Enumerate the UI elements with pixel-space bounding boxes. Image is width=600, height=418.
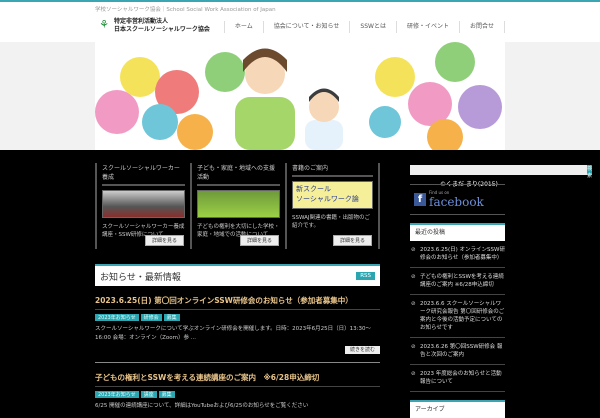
recent-post-link[interactable]: 2023 年度総会のお知らせと活動報告について: [410, 365, 505, 392]
balloons-illustration: [95, 42, 505, 150]
main-nav: ホーム 協会について・お知らせ SSWとは 研修・イベント お問合せ: [223, 21, 505, 33]
news-header: お知らせ・最新情報 RSS: [95, 264, 380, 286]
logo-line1: 特定非営利活動法人: [114, 18, 169, 25]
card-image[interactable]: 新スクール ソーシャルワーク論: [292, 181, 373, 209]
nav-home[interactable]: ホーム: [223, 21, 263, 33]
nav-contact[interactable]: お問合せ: [458, 21, 505, 33]
rss-button[interactable]: RSS: [356, 272, 375, 280]
nav-ssw[interactable]: SSWとは: [349, 21, 396, 33]
nav-events[interactable]: 研修・イベント: [395, 21, 459, 33]
post-tag[interactable]: 2023年お知らせ: [95, 391, 139, 398]
news-post: 2023.6.25(日) 第〇回オンラインSSW研修会のお知らせ（参加者募集中）…: [95, 295, 380, 354]
post-excerpt: スクールソーシャルワークについて学ぶオンライン研修会を開催します。日時：2023…: [95, 326, 372, 341]
logo-icon: ⚘: [99, 18, 109, 31]
post-title[interactable]: 2023.6.25(日) 第〇回オンラインSSW研修会のお知らせ（参加者募集中）: [95, 295, 380, 310]
site-logo[interactable]: ⚘ 特定非営利活動法人 日本スクールソーシャルワーク協会: [97, 18, 210, 34]
post-tag[interactable]: 研修会: [140, 314, 162, 321]
recent-post-link[interactable]: 2023.6.25(日) オンラインSSW研修会のお知らせ（参加者募集中）: [410, 241, 505, 268]
search-input[interactable]: [410, 165, 587, 175]
facebook-text: facebook: [429, 195, 484, 209]
feature-card: 子ども・家庭・地域への支援活動 子どもの権利を大切にした学校・家庭・地域での活動…: [190, 163, 285, 249]
recent-post-link[interactable]: 2023.6.26 第〇回SSW研修会 報告と次回のご案内: [410, 338, 505, 365]
feature-card: スクールソーシャルワーカー養成 スクールソーシャルワーカー養成講座・SSW研修に…: [95, 163, 190, 249]
main-content: スクールソーシャルワーカー養成 スクールソーシャルワーカー養成講座・SSW研修に…: [95, 163, 380, 411]
card-more-button[interactable]: 詳細を見る: [239, 235, 279, 246]
read-more-button[interactable]: 続きを読む: [344, 346, 380, 354]
post-excerpt: 6/25 開催の連続講座について、詳細はYouTubeおよび6/25のお知らせを…: [95, 403, 309, 409]
post-tag[interactable]: 募集: [158, 391, 175, 398]
card-title[interactable]: 子ども・家庭・地域への支援活動: [197, 163, 280, 186]
card-title[interactable]: 書籍のご案内: [292, 163, 373, 177]
facebook-icon: f: [414, 193, 426, 206]
site-header: 学校ソーシャルワーク協会｜School Social Work Associat…: [0, 2, 600, 42]
search-form: 検索: [410, 165, 593, 179]
card-title[interactable]: スクールソーシャルワーカー養成: [102, 163, 185, 186]
post-tag[interactable]: 募集: [163, 314, 180, 321]
post-tag[interactable]: 講座: [140, 391, 157, 398]
archive-title: アーカイブ: [410, 400, 505, 418]
recent-posts-title: 最近の投稿: [410, 223, 505, 241]
feature-cards: スクールソーシャルワーカー養成 スクールソーシャルワーカー養成講座・SSW研修に…: [95, 163, 380, 249]
search-button[interactable]: 検索: [587, 165, 593, 179]
hero-banner: ©くまだ まり(2015): [0, 42, 600, 188]
recent-post-link[interactable]: 子どもの権利とSSWを考える連続講座のご案内 ※6/28申込締切: [410, 268, 505, 295]
sidebar: 検索 f Find us onfacebook 最近の投稿 2023.6.25(…: [410, 165, 593, 418]
feature-card: 書籍のご案内 新スクール ソーシャルワーク論 SSWAJ関連の書籍・出版物のご紹介…: [285, 163, 380, 249]
card-more-button[interactable]: 詳細を見る: [144, 235, 184, 246]
news-post: 子どもの権利とSSWを考える連続講座のご案内 ※6/28申込締切 2023年お知…: [95, 372, 380, 411]
recent-posts-list: 2023.6.25(日) オンラインSSW研修会のお知らせ（参加者募集中） 子ど…: [410, 241, 505, 392]
divider: [95, 362, 380, 363]
news-title: お知らせ・最新情報: [100, 272, 181, 283]
site-tagline: 学校ソーシャルワーク協会｜School Social Work Associat…: [95, 7, 276, 13]
facebook-link[interactable]: f Find us on facebook: [410, 184, 505, 215]
post-tag[interactable]: 2023年お知らせ: [95, 314, 139, 321]
nav-about[interactable]: 協会について・お知らせ: [262, 21, 350, 33]
recent-post-link[interactable]: 2023.6.6 スクールソーシャルワーク研究会報告 第〇回研修会のご案内と今後…: [410, 295, 505, 338]
card-more-button[interactable]: 詳細を見る: [332, 235, 372, 246]
logo-line2: 日本スクールソーシャルワーク協会: [114, 26, 210, 33]
card-text: SSWAJ関連の書籍・出版物のご紹介です。: [292, 215, 371, 229]
post-title[interactable]: 子どもの権利とSSWを考える連続講座のご案内 ※6/28申込締切: [95, 372, 380, 387]
card-image[interactable]: [197, 190, 280, 218]
card-image[interactable]: [102, 190, 185, 218]
